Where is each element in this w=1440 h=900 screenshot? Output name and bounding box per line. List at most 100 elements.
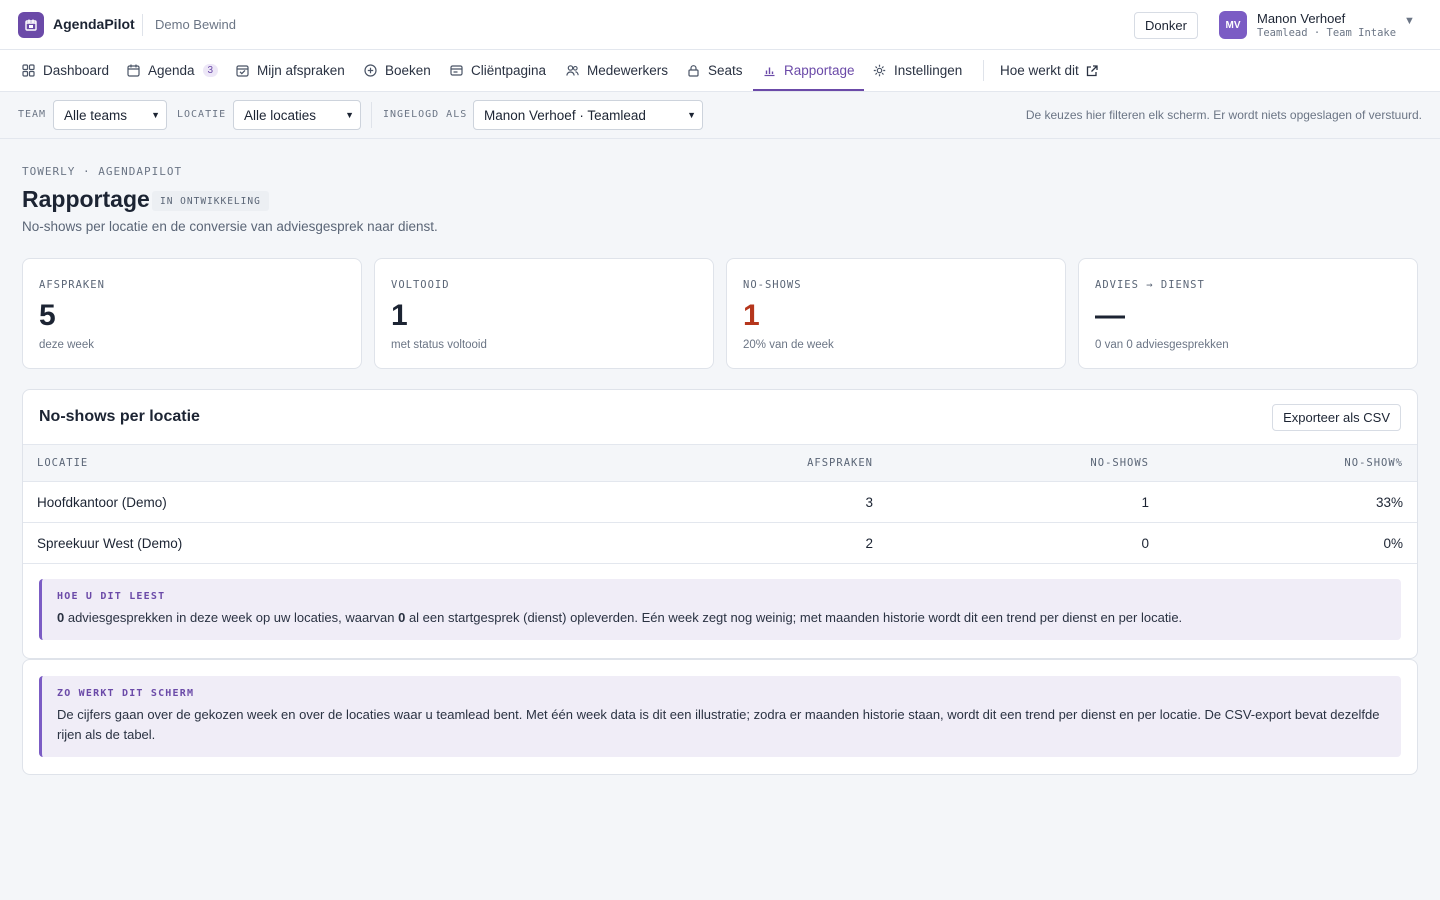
kpi-value: 5 <box>39 299 56 332</box>
reading-guide-note: HOE U DIT LEEST 0 adviesgesprekken in de… <box>39 579 1401 640</box>
nav-item-seats[interactable]: Seats <box>687 50 743 91</box>
chevron-down-icon: ▼ <box>687 110 696 120</box>
kpi-label: ADVIES → DIENST <box>1095 279 1205 291</box>
chevron-down-icon: ▼ <box>345 110 354 120</box>
nav-item-boeken[interactable]: Boeken <box>364 50 431 91</box>
kpi-card-afspraken: AFSPRAKEN 5 deze week <box>22 258 362 369</box>
kpi-label: AFSPRAKEN <box>39 279 105 291</box>
nav-item-rapportage[interactable]: Rapportage <box>753 50 864 91</box>
column-header-afspraken[interactable]: AFSPRAKEN <box>583 444 887 482</box>
cell-locatie: Hoofdkantoor (Demo) <box>23 481 583 523</box>
cell-no-show-pct: 33% <box>1163 481 1417 523</box>
user-menu-caret-icon[interactable]: ▼ <box>1404 15 1415 27</box>
kpi-subtext: deze week <box>39 339 94 351</box>
reading-guide-text-1: adviesgesprekken in deze week op uw loca… <box>64 610 399 625</box>
nav-label: Agenda <box>148 63 195 78</box>
main-nav: Dashboard Agenda 3 Mijn afspraken Boeken… <box>0 50 1440 92</box>
reading-guide-title: HOE U DIT LEEST <box>57 591 166 602</box>
cell-afspraken: 3 <box>583 481 887 523</box>
kpi-subtext: 20% van de week <box>743 339 834 351</box>
kpi-value: 1 <box>391 299 408 332</box>
nav-item-agenda[interactable]: Agenda 3 <box>127 50 219 91</box>
status-badge: IN ONTWIKKELING <box>152 191 269 211</box>
column-header-no-show-pct[interactable]: NO-SHOW% <box>1163 444 1417 482</box>
user-role: Teamlead · Team Intake <box>1257 27 1397 39</box>
table-row: Spreekuur West (Demo) 2 0 0% <box>23 522 1417 564</box>
explainer-text: De cijfers gaan over de gekozen week en … <box>57 707 1380 742</box>
table-row: Hoofdkantoor (Demo) 3 1 33% <box>23 481 1417 523</box>
nav-item-mijn-afspraken[interactable]: Mijn afspraken <box>236 50 345 91</box>
reading-guide-text-2: al een startgesprek (dienst) opleverden.… <box>405 610 1183 625</box>
nav-item-clientpagina[interactable]: Cliëntpagina <box>450 50 546 91</box>
location-select[interactable]: Alle locaties ▼ <box>233 100 361 130</box>
nav-label: Medewerkers <box>587 63 669 78</box>
noshow-card-title: No-shows per locatie <box>39 408 200 425</box>
window-icon <box>450 64 463 77</box>
app-logo-icon[interactable] <box>18 12 44 38</box>
app-name[interactable]: AgendaPilot <box>53 16 135 32</box>
chevron-down-icon: ▼ <box>151 110 160 120</box>
column-header-locatie[interactable]: LOCATIE <box>23 444 583 482</box>
login-as-value: Manon Verhoef · Teamlead <box>484 107 646 123</box>
nav-item-medewerkers[interactable]: Medewerkers <box>566 50 668 91</box>
cell-no-shows: 0 <box>887 522 1163 564</box>
column-header-no-shows[interactable]: NO-SHOWS <box>887 444 1163 482</box>
lock-icon <box>687 64 700 77</box>
users-icon <box>566 64 579 77</box>
cell-no-show-pct: 0% <box>1163 522 1417 564</box>
calendar-check-icon <box>236 64 249 77</box>
top-bar: AgendaPilot Demo Bewind Donker MV Manon … <box>0 0 1440 50</box>
tenant-name: Demo Bewind <box>155 17 236 32</box>
external-link-icon <box>1086 64 1099 77</box>
user-name[interactable]: Manon Verhoef <box>1257 11 1345 26</box>
nav-label: Cliëntpagina <box>471 63 547 78</box>
bar-chart-icon <box>763 64 776 77</box>
help-link[interactable]: Hoe werkt dit <box>1000 50 1099 91</box>
nav-label: Boeken <box>385 63 431 78</box>
filter-bar: TEAM Alle teams ▼ LOCATIE Alle locaties … <box>0 92 1440 139</box>
nav-label: Rapportage <box>784 63 855 78</box>
filter-hint: De keuzes hier filteren elk scherm. Er w… <box>1025 108 1422 122</box>
kpi-card-no-shows: NO-SHOWS 1 20% van de week <box>726 258 1066 369</box>
filter-divider <box>371 102 372 128</box>
explainer-note: ZO WERKT DIT SCHERM De cijfers gaan over… <box>39 676 1401 757</box>
reading-guide-text: 0 adviesgesprekken in deze week op uw lo… <box>57 608 1386 628</box>
table-header-row: LOCATIE AFSPRAKEN NO-SHOWS NO-SHOW% <box>23 444 1417 482</box>
nav-item-dashboard[interactable]: Dashboard <box>22 50 109 91</box>
nav-label: Instellingen <box>894 63 963 78</box>
team-filter-label: TEAM <box>18 109 47 120</box>
kpi-value: — <box>1095 299 1125 332</box>
agenda-count-badge: 3 <box>202 64 219 77</box>
page-title: Rapportage <box>22 186 150 212</box>
theme-toggle-button[interactable]: Donker <box>1134 12 1198 39</box>
header-divider <box>142 14 143 36</box>
location-filter-label: LOCATIE <box>177 109 227 120</box>
team-select[interactable]: Alle teams ▼ <box>53 100 167 130</box>
team-select-value: Alle teams <box>64 107 128 123</box>
cell-locatie: Spreekuur West (Demo) <box>23 522 583 564</box>
grid-icon <box>22 64 35 77</box>
nav-item-instellingen[interactable]: Instellingen <box>873 50 962 91</box>
gear-icon <box>873 64 886 77</box>
help-label: Hoe werkt dit <box>1000 63 1079 78</box>
calendar-icon <box>127 64 140 77</box>
location-select-value: Alle locaties <box>244 107 317 123</box>
breadcrumb: TOWERLY · AGENDAPILOT <box>22 165 183 178</box>
nav-divider <box>983 60 984 81</box>
kpi-label: VOLTOOID <box>391 279 450 291</box>
kpi-value: 1 <box>743 299 760 332</box>
kpi-subtext: 0 van 0 adviesgesprekken <box>1095 339 1229 351</box>
plus-circle-icon <box>364 64 377 77</box>
avatar[interactable]: MV <box>1219 11 1247 39</box>
nav-label: Seats <box>708 63 743 78</box>
kpi-subtext: met status voltooid <box>391 339 487 351</box>
cell-afspraken: 2 <box>583 522 887 564</box>
noshow-table: LOCATIE AFSPRAKEN NO-SHOWS NO-SHOW% Hoof… <box>23 444 1417 564</box>
kpi-label: NO-SHOWS <box>743 279 802 291</box>
noshow-card: No-shows per locatie Exporteer als CSV L… <box>22 389 1418 659</box>
page-subtitle: No-shows per locatie en de conversie van… <box>22 219 438 234</box>
login-as-select[interactable]: Manon Verhoef · Teamlead ▼ <box>473 100 703 130</box>
export-csv-button[interactable]: Exporteer als CSV <box>1272 404 1401 431</box>
explainer-card: ZO WERKT DIT SCHERM De cijfers gaan over… <box>22 659 1418 775</box>
kpi-card-voltooid: VOLTOOID 1 met status voltooid <box>374 258 714 369</box>
